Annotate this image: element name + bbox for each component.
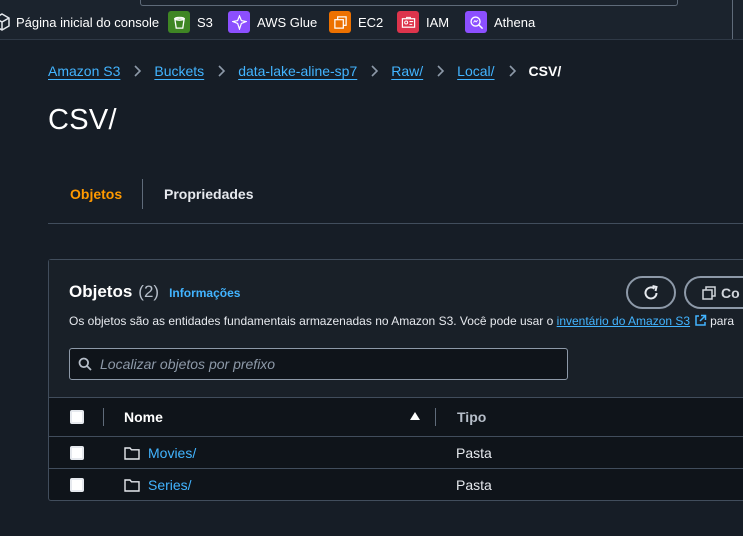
breadcrumb-raw[interactable]: Raw/	[391, 63, 423, 79]
objects-panel: Objetos (2) Informações Os objetos são a…	[48, 259, 743, 501]
folder-icon	[124, 447, 140, 460]
breadcrumb: Amazon S3 Buckets data-lake-aline-sp7 Ra…	[48, 61, 561, 81]
favorite-s3[interactable]: S3	[168, 11, 213, 33]
favorites-divider	[732, 0, 733, 39]
tab-divider	[142, 179, 143, 209]
copy-s3-uri-button[interactable]: Co	[684, 276, 743, 309]
tab-bar: Objetos Propriedades	[48, 178, 743, 224]
favorite-label: AWS Glue	[257, 14, 318, 30]
object-type: Pasta	[456, 477, 492, 493]
favorite-label: Athena	[494, 14, 536, 30]
favorite-label: EC2	[358, 14, 384, 30]
copy-button-label: Co	[721, 284, 740, 301]
favorite-label: S3	[197, 14, 213, 30]
description-text: Os objetos são as entidades fundamentais…	[69, 314, 554, 328]
favorite-console-home[interactable]: Página inicial do console	[0, 11, 159, 33]
copy-icon	[702, 285, 716, 300]
column-header-nome[interactable]: Nome	[124, 409, 163, 425]
tab-objetos[interactable]: Objetos	[70, 178, 122, 210]
sort-ascending-icon[interactable]	[410, 412, 420, 420]
external-link-icon	[694, 314, 707, 327]
column-header-tipo[interactable]: Tipo	[457, 409, 486, 425]
description-suffix: para	[710, 314, 735, 328]
chevron-right-icon	[369, 65, 379, 77]
refresh-icon	[644, 284, 658, 299]
column-divider	[435, 408, 436, 426]
favorite-aws-glue[interactable]: AWS Glue	[228, 11, 317, 33]
info-link[interactable]: Informações	[169, 286, 240, 300]
search-box-edge	[140, 0, 678, 6]
breadcrumb-local[interactable]: Local/	[457, 63, 494, 79]
glue-icon	[228, 11, 250, 33]
inventory-link[interactable]: inventário do Amazon S3	[557, 314, 690, 328]
favorites-bar: Página inicial do console S3 AWS Glue EC…	[0, 0, 743, 40]
object-type: Pasta	[456, 445, 492, 461]
breadcrumb-current: CSV/	[528, 63, 562, 79]
favorite-iam[interactable]: IAM	[397, 11, 449, 33]
favorite-athena[interactable]: Athena	[465, 11, 535, 33]
search-box	[69, 348, 568, 380]
folder-icon	[124, 479, 140, 492]
favorite-label: Página inicial do console	[16, 14, 160, 30]
chevron-right-icon	[507, 65, 517, 77]
row-checkbox[interactable]	[70, 478, 84, 492]
iam-icon	[397, 11, 419, 33]
table-row: Movies/ Pasta	[49, 437, 743, 469]
panel-title: Objetos	[69, 282, 133, 301]
object-count: (2)	[138, 282, 160, 301]
chevron-right-icon	[216, 65, 226, 77]
favorite-ec2[interactable]: EC2	[329, 11, 383, 33]
select-all-checkbox[interactable]	[70, 410, 84, 424]
search-input[interactable]	[100, 356, 560, 372]
breadcrumb-bucket[interactable]: data-lake-aline-sp7	[238, 63, 357, 79]
search-icon	[78, 357, 92, 371]
object-name-link[interactable]: Movies/	[148, 445, 196, 461]
object-name-link[interactable]: Series/	[148, 477, 192, 493]
cube-icon	[0, 13, 10, 31]
table-row: Series/ Pasta	[49, 469, 743, 501]
favorite-label: IAM	[426, 14, 450, 30]
breadcrumb-amazon-s3[interactable]: Amazon S3	[48, 63, 120, 79]
tab-propriedades[interactable]: Propriedades	[164, 178, 253, 210]
panel-description: Os objetos são as entidades fundamentais…	[69, 314, 734, 328]
refresh-button[interactable]	[626, 276, 676, 309]
breadcrumb-buckets[interactable]: Buckets	[154, 63, 204, 79]
column-divider	[103, 408, 104, 426]
ec2-icon	[329, 11, 351, 33]
table-header: Nome Tipo	[49, 397, 743, 437]
row-checkbox[interactable]	[70, 446, 84, 460]
s3-bucket-icon	[168, 11, 190, 33]
panel-heading: Objetos (2) Informações	[69, 282, 240, 302]
chevron-right-icon	[435, 65, 445, 77]
chevron-right-icon	[132, 65, 142, 77]
athena-icon	[465, 11, 487, 33]
page-title: CSV/	[48, 104, 117, 136]
tabs-underline	[48, 223, 743, 224]
